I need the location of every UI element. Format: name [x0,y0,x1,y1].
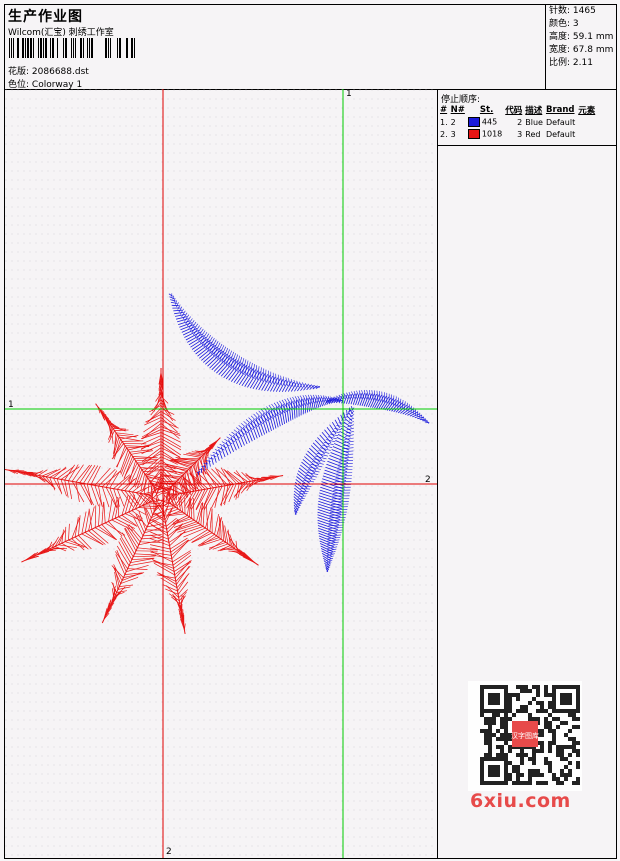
embroidery-design [5,89,437,858]
stat-width: 宽度: 67.8 mm [549,45,614,55]
col-desc: 描述 [525,106,543,116]
stat-colors: 颜色: 3 [549,19,579,29]
panel-divider [438,145,616,146]
qr-code-watermark: 汉字图库 [468,681,582,791]
axis-label-green-v: 1 [346,89,352,99]
stat-height: 高度: 59.1 mm [549,32,614,42]
col-stitches: St. [479,105,494,115]
page-title: 生产作业图 [8,9,83,25]
design-canvas: 1 1 2 2 [5,89,438,858]
stat-stitches: 针数: 1465 [549,6,596,16]
qr-badge-text: 汉字图库 [511,731,539,740]
company-name: Wilcom(汇宝) 刺绣工作室 [8,28,114,38]
axis-label-red-v: 2 [166,847,172,857]
table-row: 1. 2 445 2 Blue Default [440,117,576,127]
design-label: 花版: [8,67,30,77]
color-swatch-red [467,129,480,139]
sequence-table: # N# St. 代码 描述 Brand 元素 1. 2 445 2 Blue … [440,104,598,140]
design-file-row: 花版: 2086688.dst [8,64,89,77]
watermark-site: 6xiu.com [470,790,571,812]
stats-box: 针数: 1465 颜色: 3 高度: 59.1 mm 宽度: 67.8 mm 比… [545,5,617,89]
col-index: # [440,105,448,115]
sequence-title: 停止顺序: [441,95,481,105]
axis-label-red-h: 2 [425,475,431,485]
header: 生产作业图 Wilcom(汇宝) 刺绣工作室 花版: 2086688.dst 色… [5,5,616,90]
table-row: 2. 3 1018 3 Red Default [440,129,576,139]
col-brand: Brand [545,105,575,115]
col-element: 元素 [578,106,596,116]
color-swatch-blue [467,117,480,127]
design-file: 2086688.dst [31,67,89,77]
barcode [9,38,135,58]
col-needle: N# [450,105,465,115]
sequence-header-row: # N# St. 代码 描述 Brand 元素 [440,104,598,116]
stat-scale: 比例: 2.11 [549,58,593,68]
axis-label-green-h: 1 [8,400,14,410]
col-code: 代码 [505,106,523,116]
